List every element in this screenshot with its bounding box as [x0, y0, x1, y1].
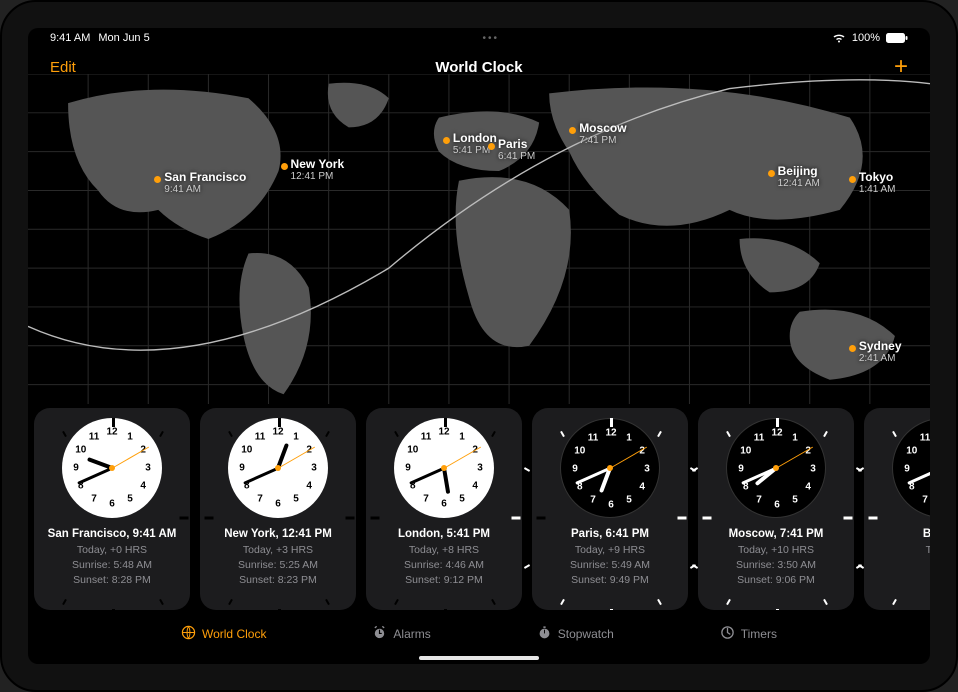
city-name: San Francisco	[164, 170, 246, 184]
screen: 9:41 AM Mon Jun 5 ••• 100% Edit World Cl…	[28, 28, 930, 664]
status-bar: 9:41 AM Mon Jun 5 ••• 100%	[28, 28, 930, 48]
card-offset: Today, +0 HRS	[48, 543, 177, 558]
city-label-tokyo[interactable]: Tokyo1:41 AM	[859, 170, 896, 195]
tab-stopwatch[interactable]: Stopwatch	[537, 625, 614, 643]
card-offset: Today, +9 HRS	[570, 543, 650, 558]
city-time: 12:41 PM	[291, 171, 345, 182]
card-title: New York, 12:41 PM	[224, 526, 332, 543]
card-title: Paris, 6:41 PM	[570, 526, 650, 543]
tab-bar: World Clock Alarms Stopwatch Timers	[28, 614, 930, 654]
clock-face-icon: 121234567891011	[394, 418, 494, 518]
card-sunset: Sunset: 8:28 PM	[48, 573, 177, 588]
tab-label: Stopwatch	[558, 627, 614, 641]
card-offset: Today, +8 HRS	[398, 543, 490, 558]
clock-card-paris[interactable]: 121234567891011 Paris, 6:41 PMToday, +9 H…	[532, 408, 688, 610]
home-indicator[interactable]	[419, 656, 539, 660]
tab-label: World Clock	[202, 627, 266, 641]
city-dot-new-york[interactable]	[281, 163, 288, 170]
clock-card-moscow[interactable]: 121234567891011 Moscow, 7:41 PMToday, +10…	[698, 408, 854, 610]
city-time: 7:41 PM	[579, 135, 626, 146]
stopwatch-icon	[537, 625, 552, 643]
city-dot-sydney[interactable]	[849, 345, 856, 352]
tab-world-clock[interactable]: World Clock	[181, 625, 266, 643]
city-time: 6:41 PM	[498, 151, 535, 162]
city-name: New York	[291, 157, 345, 171]
city-name: Moscow	[579, 121, 626, 135]
city-label-sydney[interactable]: Sydney2:41 AM	[859, 339, 902, 364]
clock-face-icon: 121234567891011	[228, 418, 328, 518]
edit-button[interactable]: Edit	[50, 59, 76, 76]
card-sunset: Sunset: 8:23 PM	[224, 573, 332, 588]
world-map-svg	[28, 74, 930, 404]
world-map[interactable]: San Francisco9:41 AMNew York12:41 PMLond…	[28, 74, 930, 404]
status-time: 9:41 AM	[50, 32, 90, 44]
alarms-icon	[372, 625, 387, 643]
clock-card-beijing[interactable]: 121234567891011 BeijingTomorrSunriSun	[864, 408, 930, 610]
city-name: Sydney	[859, 339, 902, 353]
city-dot-london[interactable]	[443, 137, 450, 144]
card-sunrise: Sunrise: 4:46 AM	[398, 558, 490, 573]
nav-bar: Edit World Clock +	[28, 48, 930, 86]
city-time: 9:41 AM	[164, 184, 246, 195]
add-button[interactable]: +	[894, 55, 908, 79]
card-title: Moscow, 7:41 PM	[729, 526, 824, 543]
city-time: 2:41 AM	[859, 353, 902, 364]
city-time: 12:41 AM	[778, 178, 820, 189]
card-sunrise: Sunrise: 5:49 AM	[570, 558, 650, 573]
card-sunrise: Sunrise: 5:48 AM	[48, 558, 177, 573]
battery-icon	[886, 33, 908, 43]
city-name: Tokyo	[859, 170, 893, 184]
clock-face-icon: 121234567891011	[560, 418, 660, 518]
card-offset: Today, +3 HRS	[224, 543, 332, 558]
city-label-paris[interactable]: Paris6:41 PM	[498, 137, 535, 162]
card-sunset: Sunset: 9:06 PM	[729, 573, 824, 588]
wifi-icon	[832, 33, 846, 43]
city-name: Beijing	[778, 164, 818, 178]
city-label-moscow[interactable]: Moscow7:41 PM	[579, 121, 626, 146]
city-label-beijing[interactable]: Beijing12:41 AM	[778, 164, 820, 189]
tab-alarms[interactable]: Alarms	[372, 625, 430, 643]
city-dot-moscow[interactable]	[569, 127, 576, 134]
ipad-frame: 9:41 AM Mon Jun 5 ••• 100% Edit World Cl…	[0, 0, 958, 692]
card-offset: Tomorr	[923, 543, 930, 558]
card-title: San Francisco, 9:41 AM	[48, 526, 177, 543]
tab-label: Timers	[741, 627, 777, 641]
clock-face-icon: 121234567891011	[892, 418, 930, 518]
card-sunrise: Sunri	[923, 558, 930, 573]
tab-timers[interactable]: Timers	[720, 625, 777, 643]
city-dot-beijing[interactable]	[768, 170, 775, 177]
city-label-san-francisco[interactable]: San Francisco9:41 AM	[164, 170, 246, 195]
clock-card-new-york[interactable]: 121234567891011 New York, 12:41 PMToday, …	[200, 408, 356, 610]
card-sunrise: Sunrise: 5:25 AM	[224, 558, 332, 573]
clock-face-icon: 121234567891011	[726, 418, 826, 518]
card-sunset: Sunset: 9:49 PM	[570, 573, 650, 588]
clock-face-icon: 121234567891011	[62, 418, 162, 518]
clock-cards-row[interactable]: 121234567891011San Francisco, 9:41 AMTod…	[28, 408, 930, 610]
tab-label: Alarms	[393, 627, 430, 641]
city-label-new-york[interactable]: New York12:41 PM	[291, 157, 345, 182]
clock-card-london[interactable]: 121234567891011 London, 5:41 PMToday, +8 …	[366, 408, 522, 610]
card-offset: Today, +10 HRS	[729, 543, 824, 558]
card-sunset: Sunset: 9:12 PM	[398, 573, 490, 588]
status-date: Mon Jun 5	[98, 32, 149, 44]
card-title: Beijing	[923, 526, 930, 543]
city-name: Paris	[498, 137, 527, 151]
card-sunrise: Sunrise: 3:50 AM	[729, 558, 824, 573]
clock-card-san-francisco[interactable]: 121234567891011 San Francisco, 9:41 AMTod…	[34, 408, 190, 610]
card-sunset: Sun	[923, 573, 930, 588]
card-title: London, 5:41 PM	[398, 526, 490, 543]
page-title: World Clock	[435, 59, 522, 76]
multitasking-dots-icon[interactable]: •••	[483, 33, 500, 44]
city-time: 1:41 AM	[859, 184, 896, 195]
world-clock-icon	[181, 625, 196, 643]
timers-icon	[720, 625, 735, 643]
battery-percent: 100%	[852, 32, 880, 44]
